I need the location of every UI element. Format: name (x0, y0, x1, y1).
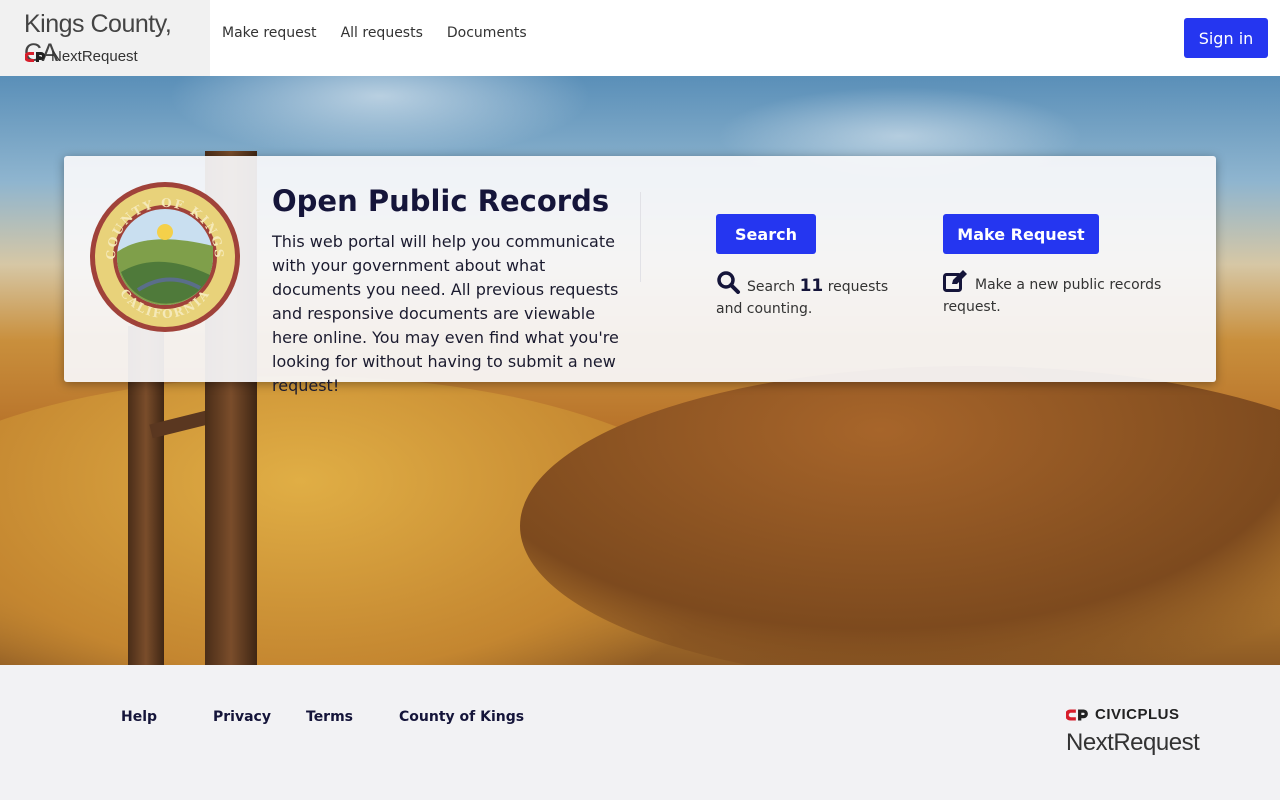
main-nav: Make request All requests Documents (222, 25, 527, 41)
footer-link-terms[interactable]: Terms (306, 709, 399, 725)
civicplus-label: CIVICPLUS (1095, 706, 1180, 723)
footer-link-privacy[interactable]: Privacy (213, 709, 306, 725)
edit-icon (943, 270, 967, 292)
make-request-button[interactable]: Make Request (943, 214, 1099, 254)
search-prefix: Search (747, 279, 796, 295)
footer-link-county[interactable]: County of Kings (399, 709, 524, 725)
brand-block[interactable]: Kings County, CA NextRequest (0, 0, 210, 76)
nav-all-requests[interactable]: All requests (341, 25, 423, 41)
civicplus-mark-icon (25, 51, 45, 62)
search-info: Search 11 requests and counting. (716, 270, 916, 320)
make-request-text: Make a new public records request. (943, 277, 1162, 315)
make-request-info: Make a new public records request. (943, 270, 1183, 318)
nav-documents[interactable]: Documents (447, 25, 527, 41)
footer-links: Help Privacy Terms County of Kings (121, 709, 524, 725)
nav-make-request[interactable]: Make request (222, 25, 317, 41)
civicplus-logo[interactable]: CIVICPLUS (1066, 706, 1180, 723)
county-seal: COUNTY OF KINGS CALIFORNIA (90, 182, 240, 332)
background-hill (520, 366, 1280, 665)
brand-sub-label: NextRequest (51, 48, 138, 65)
divider (640, 192, 641, 282)
request-count: 11 (799, 276, 824, 296)
search-button[interactable]: Search (716, 214, 816, 254)
nextrequest-logo: NextRequest (25, 48, 138, 65)
civicplus-mark-icon (1066, 709, 1088, 720)
footer-link-help[interactable]: Help (121, 709, 213, 725)
search-icon (717, 271, 740, 294)
intro-card: COUNTY OF KINGS CALIFORNIA Open Public R… (64, 156, 1216, 395)
nextrequest-footer-logo[interactable]: NextRequest (1066, 729, 1200, 757)
page-title: Open Public Records (272, 184, 610, 218)
site-footer: Help Privacy Terms County of Kings CIVIC… (0, 665, 1280, 800)
sign-in-button[interactable]: Sign in (1184, 18, 1268, 58)
site-header: Kings County, CA NextRequest Make reques… (0, 0, 1280, 76)
intro-description: This web portal will help you communicat… (272, 232, 619, 395)
